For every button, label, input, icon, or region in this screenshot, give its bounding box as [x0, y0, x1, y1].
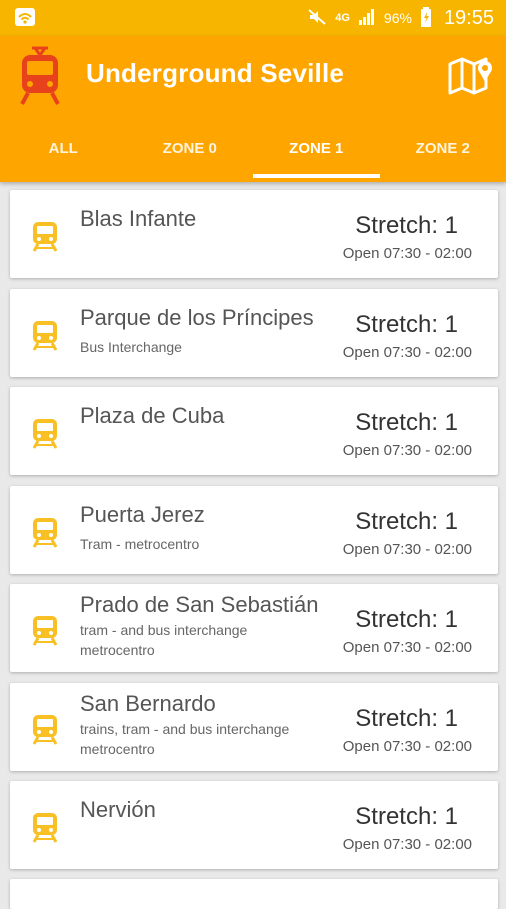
station-stretch: Stretch: 1: [355, 705, 458, 733]
station-stretch: Stretch: 1: [355, 311, 458, 339]
network-label: 4G: [335, 12, 350, 24]
station-hours: Open 07:30 - 02:00: [343, 541, 472, 558]
station-hours: Open 07:30 - 02:00: [343, 836, 472, 853]
map-icon: [448, 56, 494, 96]
station-stretch: Stretch: 1: [355, 212, 458, 240]
station-card[interactable]: Prado de San Sebastián tram - and bus in…: [10, 584, 498, 672]
app-bar: Underground Seville ALL ZONE 0 ZONE 1 ZO…: [0, 36, 506, 182]
metro-icon: [30, 713, 60, 745]
station-card[interactable]: Plaza de Cuba Stretch: 1 Open 07:30 - 02…: [10, 387, 498, 475]
metro-icon: [30, 516, 60, 548]
station-name: Prado de San Sebastián: [80, 592, 319, 618]
station-stretch: Stretch: 1: [355, 409, 458, 437]
tab-all[interactable]: ALL: [0, 132, 127, 182]
station-name: Nervión: [80, 797, 156, 823]
station-name: Parque de los Príncipes: [80, 305, 314, 331]
mute-icon: [307, 8, 327, 29]
station-name: Plaza de Cuba: [80, 403, 224, 429]
station-description: Bus Interchange: [80, 337, 320, 357]
station-hours: Open 07:30 - 02:00: [343, 442, 472, 459]
battery-label: 96%: [384, 10, 412, 26]
app-title: Underground Seville: [86, 58, 344, 89]
station-card[interactable]: San Bernardo trains, tram - and bus inte…: [10, 683, 498, 771]
station-description: Tram - metrocentro: [80, 534, 320, 554]
station-card[interactable]: Nervión Stretch: 1 Open 07:30 - 02:00: [10, 781, 498, 869]
station-card[interactable]: Blas Infante Stretch: 1 Open 07:30 - 02:…: [10, 190, 498, 278]
clock: 19:55: [444, 7, 494, 30]
station-name: Blas Infante: [80, 206, 196, 232]
metro-icon: [30, 220, 60, 252]
station-hours: Open 07:30 - 02:00: [343, 639, 472, 656]
station-description: trains, tram - and bus interchange metro…: [80, 719, 330, 759]
metro-icon: [30, 319, 60, 351]
station-description: tram - and bus interchange metrocentro: [80, 620, 320, 660]
station-name: Puerta Jerez: [80, 502, 205, 528]
tab-zone-1[interactable]: ZONE 1: [253, 132, 380, 182]
station-card[interactable]: Puerta Jerez Tram - metrocentro Stretch:…: [10, 486, 498, 574]
station-hours: Open 07:30 - 02:00: [343, 245, 472, 262]
map-button[interactable]: [448, 56, 494, 96]
station-name: San Bernardo: [80, 691, 216, 717]
station-stretch: Stretch: 1: [355, 508, 458, 536]
wifi-icon: [14, 7, 36, 32]
station-hours: Open 07:30 - 02:00: [343, 344, 472, 361]
signal-icon: [358, 9, 376, 28]
zone-tabs: ALL ZONE 0 ZONE 1 ZONE 2: [0, 132, 506, 182]
tab-zone-0[interactable]: ZONE 0: [127, 132, 254, 182]
station-stretch: Stretch: 1: [355, 803, 458, 831]
train-logo-icon: [18, 46, 62, 111]
metro-icon: [30, 614, 60, 646]
station-hours: Open 07:30 - 02:00: [343, 738, 472, 755]
tab-zone-2[interactable]: ZONE 2: [380, 132, 506, 182]
station-card-partial[interactable]: [10, 879, 498, 909]
status-bar: 4G 96% 19:55: [0, 0, 506, 36]
station-card[interactable]: Parque de los Príncipes Bus Interchange …: [10, 289, 498, 377]
metro-icon: [30, 811, 60, 843]
battery-icon: [420, 7, 432, 30]
station-stretch: Stretch: 1: [355, 606, 458, 634]
metro-icon: [30, 417, 60, 449]
